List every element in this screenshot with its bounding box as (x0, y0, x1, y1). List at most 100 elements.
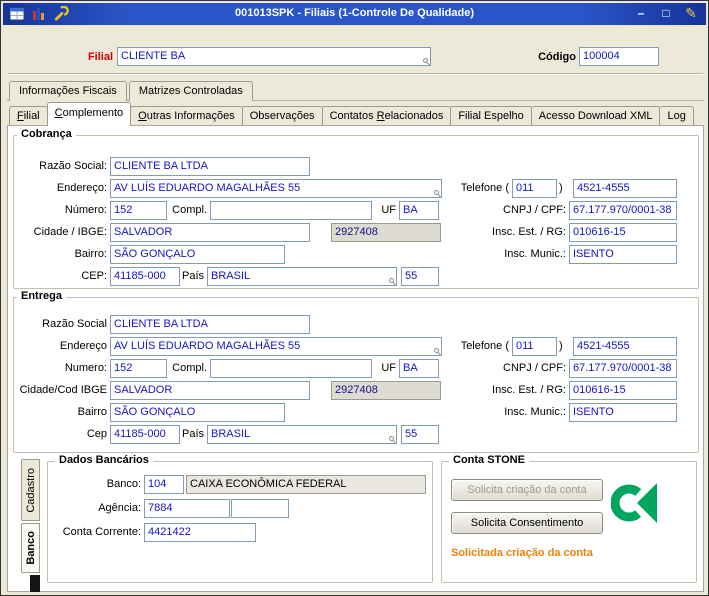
cobranca-cnpj-label: CNPJ / CPF: (503, 204, 566, 216)
lookup-magnifier-icon (389, 278, 394, 283)
agencia-label: Agência: (98, 502, 141, 514)
app-icon (33, 7, 44, 20)
side-tab-banco[interactable]: Banco (21, 523, 40, 573)
cobranca-endereco-input[interactable]: AV LUÍS EDUARDO MAGALHÃES 55 (110, 179, 442, 198)
entrega-uf-label: UF (381, 362, 396, 374)
side-tab-cadastro-label: Cadastro (24, 467, 37, 513)
filial-input[interactable]: CLIENTE BA (117, 47, 431, 66)
codigo-label: Código (538, 51, 576, 63)
cobranca-title: Cobrança (17, 128, 76, 141)
lookup-magnifier-icon (423, 58, 428, 63)
cobranca-ddi-input[interactable]: 55 (401, 267, 439, 286)
edit-pencil-button[interactable] (682, 5, 700, 22)
side-tab-banco-label: Banco (24, 531, 37, 565)
cobranca-pais-value: BRASIL (211, 270, 251, 282)
entrega-telefone-close-label: ) (559, 340, 563, 352)
entrega-bairro-label: Bairro (77, 406, 107, 418)
cobranca-numero-label: Número: (64, 204, 107, 216)
cobranca-cidade-input[interactable]: SALVADOR (110, 223, 310, 242)
entrega-cidade-input[interactable]: SALVADOR (110, 381, 310, 400)
cobranca-razao-social-input[interactable]: CLIENTE BA LTDA (110, 157, 310, 176)
lookup-magnifier-icon (389, 436, 394, 441)
cobranca-cep-label: CEP: (81, 270, 107, 282)
cobranca-insc-munic-label: Insc. Munic.: (504, 248, 566, 260)
cobranca-insc-est-input[interactable]: 010616-15 (569, 223, 677, 242)
entrega-endereco-input[interactable]: AV LUÍS EDUARDO MAGALHÃES 55 (110, 337, 442, 356)
entrega-insc-est-input[interactable]: 010616-15 (569, 381, 677, 400)
entrega-codigo-ibge-field: 2927408 (331, 381, 441, 400)
entrega-pais-label: País (182, 428, 205, 440)
entrega-uf-input[interactable]: BA (399, 359, 439, 378)
entrega-bairro-input[interactable]: SÃO GONÇALO (110, 403, 285, 422)
entrega-ddi-input[interactable]: 55 (401, 425, 439, 444)
tab-log[interactable]: Log (659, 106, 694, 125)
tab-filial[interactable]: Filial (9, 106, 48, 125)
minimize-button[interactable] (632, 5, 650, 22)
agencia-digito-input[interactable] (231, 499, 289, 518)
entrega-insc-est-label: Insc. Est. / RG: (492, 384, 566, 396)
entrega-insc-munic-label: Insc. Munic.: (504, 406, 566, 418)
filial-label: Filial (87, 51, 113, 63)
tab-matrizes-controladas[interactable]: Matrizes Controladas (128, 81, 253, 101)
cobranca-telefone-ddd-input[interactable]: 011 (512, 179, 557, 198)
title-bar-icons (9, 6, 69, 21)
entrega-telefone-ddd-input[interactable]: 011 (512, 337, 557, 356)
entrega-pais-input[interactable]: BRASIL (207, 425, 397, 444)
codigo-input[interactable]: 100004 (579, 47, 659, 66)
conta-corrente-label: Conta Corrente: (62, 526, 141, 538)
cobranca-bairro-input[interactable]: SÃO GONÇALO (110, 245, 285, 264)
entrega-cnpj-input[interactable]: 67.177.970/0001-38 (569, 359, 677, 378)
cobranca-uf-input[interactable]: BA (399, 201, 439, 220)
banco-label: Banco: (106, 478, 141, 490)
filial-value: CLIENTE BA (121, 50, 186, 62)
tab-outras-informacoes[interactable]: Outras Informações (130, 106, 243, 125)
entrega-numero-input[interactable]: 152 (110, 359, 167, 378)
entrega-razao-social-label: Razão Social (42, 318, 107, 330)
entrega-endereco-label: Endereço (59, 340, 107, 352)
entrega-telefone-numero-input[interactable]: 4521-4555 (573, 337, 677, 356)
entrega-razao-social-input[interactable]: CLIENTE BA LTDA (110, 315, 310, 334)
stone-logo-icon (611, 483, 657, 523)
cobranca-pais-label: País (182, 270, 205, 282)
cobranca-endereco-value: AV LUÍS EDUARDO MAGALHÃES 55 (114, 182, 301, 194)
cobranca-cep-input[interactable]: 41185-000 (110, 267, 180, 286)
window: 001013SPK - Filiais (1-Controle De Quali… (0, 0, 709, 596)
entrega-compl-label: Compl. (172, 362, 207, 374)
entrega-numero-label: Numero: (64, 362, 107, 374)
cobranca-cnpj-input[interactable]: 67.177.970/0001-38 (569, 201, 677, 220)
stone-status-text: Solicitada criação da conta (451, 547, 593, 559)
tab-acesso-download-xml[interactable]: Acesso Download XML (530, 106, 661, 125)
entrega-cep-input[interactable]: 41185-000 (110, 425, 180, 444)
tab-filial-espelho[interactable]: Filial Espelho (450, 106, 532, 125)
cobranca-pais-input[interactable]: BRASIL (207, 267, 397, 286)
side-tab-cadastro[interactable]: Cadastro (21, 459, 40, 521)
window-title: 001013SPK - Filiais (1-Controle De Quali… (234, 7, 474, 19)
cobranca-numero-input[interactable]: 152 (110, 201, 167, 220)
agencia-input[interactable]: 7884 (144, 499, 230, 518)
maximize-button[interactable] (657, 5, 675, 22)
entrega-cep-label: Cep (86, 428, 107, 440)
banco-codigo-input[interactable]: 104 (144, 475, 184, 494)
tab-contatos-relacionados[interactable]: Contatos Relacionados (321, 106, 452, 125)
dados-bancarios-title: Dados Bancários (55, 454, 153, 467)
entrega-insc-munic-input[interactable]: ISENTO (569, 403, 677, 422)
entrega-telefone-label: Telefone ( (460, 340, 509, 352)
cobranca-insc-munic-input[interactable]: ISENTO (569, 245, 677, 264)
tab-informacoes-fiscais[interactable]: Informações Fiscais (9, 81, 127, 101)
cobranca-insc-est-label: Insc. Est. / RG: (492, 226, 566, 238)
tab-complemento[interactable]: Complemento (46, 102, 132, 126)
solicita-criacao-conta-button[interactable]: Solicita criação da conta (451, 479, 603, 501)
cobranca-compl-input[interactable] (210, 201, 372, 220)
cobranca-telefone-numero-input[interactable]: 4521-4555 (573, 179, 677, 198)
cobranca-codigo-ibge-field: 2927408 (331, 223, 441, 242)
entrega-compl-input[interactable] (210, 359, 372, 378)
tab-observacoes[interactable]: Observações (241, 106, 323, 125)
cobranca-telefone-close-label: ) (559, 182, 563, 194)
conta-corrente-input[interactable]: 4421422 (144, 523, 256, 542)
cobranca-razao-social-label: Razão Social: (39, 160, 107, 172)
solicita-consentimento-button[interactable]: Solicita Consentimento (451, 512, 603, 534)
entrega-cnpj-label: CNPJ / CPF: (503, 362, 566, 374)
wrench-icon (54, 6, 69, 21)
entrega-title: Entrega (17, 290, 66, 303)
cobranca-uf-label: UF (381, 204, 396, 216)
